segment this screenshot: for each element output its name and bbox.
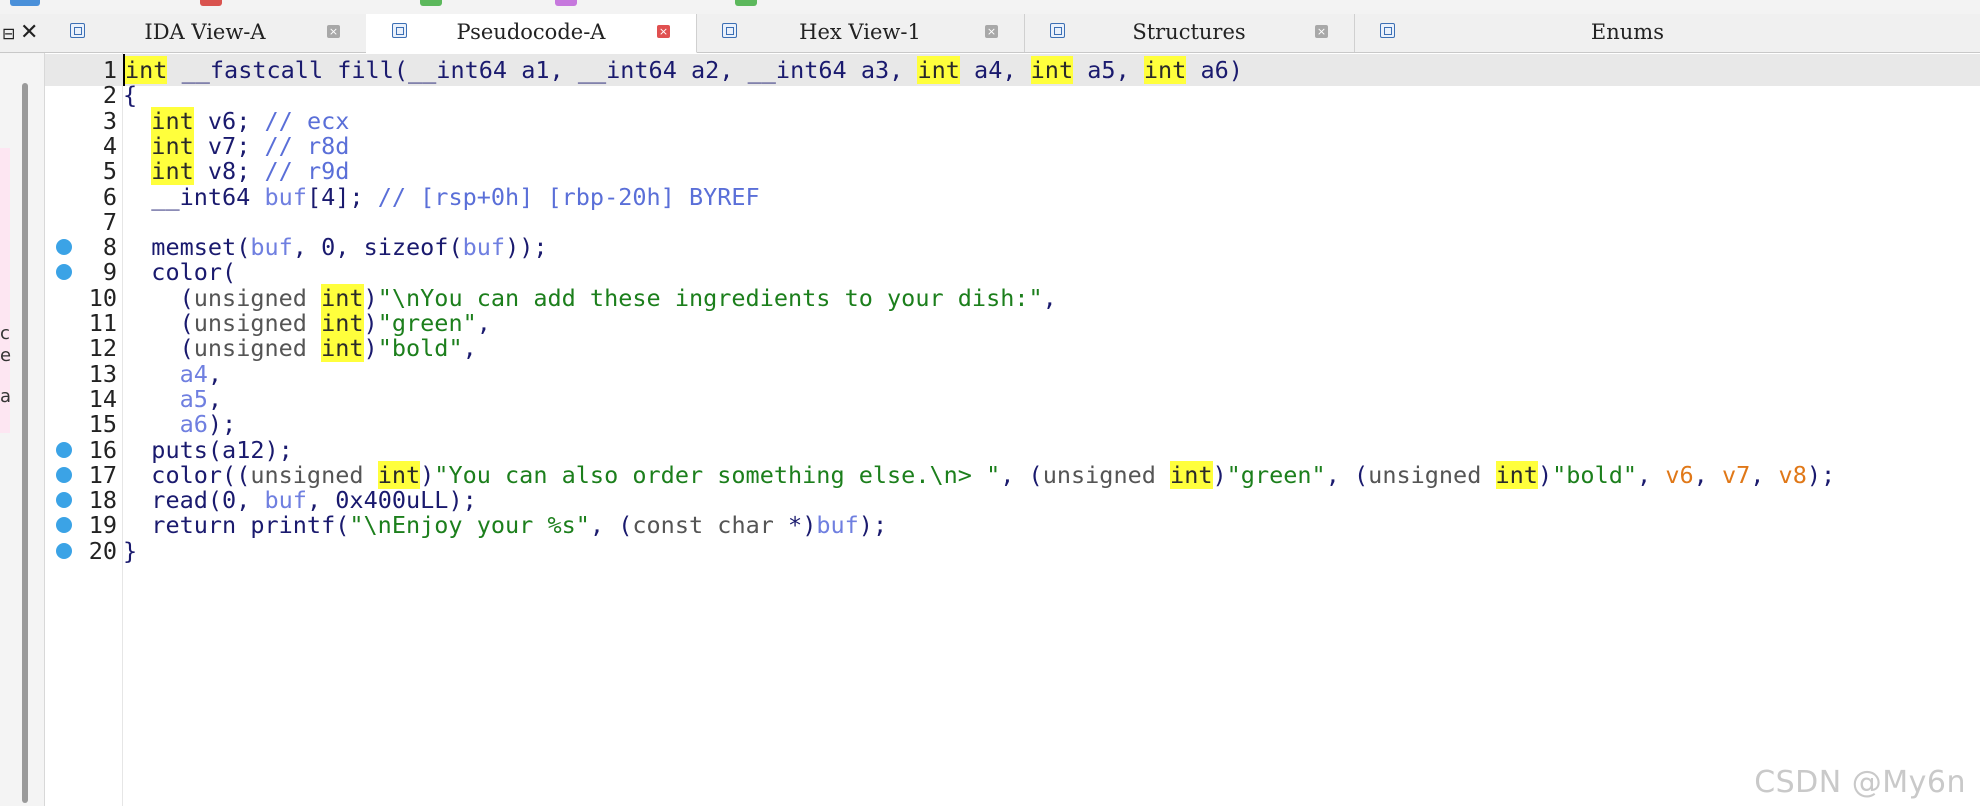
breakpoint-dot-icon[interactable]	[56, 441, 72, 458]
tab-label: Enums	[1590, 20, 1664, 44]
code-text[interactable]: }	[123, 535, 137, 567]
tab-structures[interactable]: Structures ×	[1024, 14, 1355, 52]
breakpoint-dot-icon[interactable]	[56, 264, 72, 281]
color-chip	[735, 0, 757, 6]
color-chip	[420, 0, 442, 6]
left-pane: c e a	[0, 53, 45, 806]
code-line[interactable]: 20}	[45, 535, 1980, 567]
tab-label: Hex View-1	[799, 20, 921, 44]
tab-label: Structures	[1132, 20, 1246, 44]
scrollbar[interactable]	[22, 83, 28, 803]
watermark: CSDN @My6n	[1754, 765, 1966, 800]
top-strip	[0, 0, 1980, 14]
tab-hex-view[interactable]: Hex View-1 ×	[696, 14, 1025, 52]
left-text-fragment: a	[0, 386, 12, 407]
breakpoint-dot-icon[interactable]	[56, 239, 72, 256]
close-pane-icon[interactable]: ✕	[20, 20, 38, 45]
color-chip	[200, 0, 222, 6]
tab-close-icon[interactable]: ×	[657, 25, 670, 38]
tab-bar: ⊟ ✕ IDA View-A × Pseudocode-A × Hex View…	[0, 14, 1980, 53]
tab-close-icon[interactable]: ×	[1315, 25, 1328, 38]
line-number: 20	[88, 536, 117, 565]
left-text-fragment: c	[0, 323, 10, 344]
color-chip	[555, 0, 577, 6]
tab-enums[interactable]: Enums	[1354, 14, 1980, 52]
left-text-fragment: e	[0, 345, 12, 366]
breakpoint-dot-icon[interactable]	[56, 542, 72, 559]
color-chip	[10, 0, 40, 6]
breakpoint-dot-icon[interactable]	[56, 492, 72, 509]
breakpoint-dot-icon[interactable]	[56, 466, 72, 483]
tab-close-icon[interactable]: ×	[327, 25, 340, 38]
enums-icon	[1380, 23, 1395, 38]
tab-pseudocode[interactable]: Pseudocode-A ×	[366, 14, 697, 53]
pane-controls: ⊟ ✕	[0, 14, 44, 52]
pseudocode-editor[interactable]: 1 int __fastcall fill(__int64 a1, __int64…	[45, 53, 1980, 806]
tab-ida-view[interactable]: IDA View-A ×	[44, 14, 367, 52]
pin-icon[interactable]: ⊟	[2, 24, 15, 43]
breakpoint-dot-icon[interactable]	[56, 517, 72, 534]
tab-label: IDA View-A	[144, 20, 266, 44]
tab-close-icon[interactable]: ×	[985, 25, 998, 38]
tab-label: Pseudocode-A	[456, 20, 606, 44]
